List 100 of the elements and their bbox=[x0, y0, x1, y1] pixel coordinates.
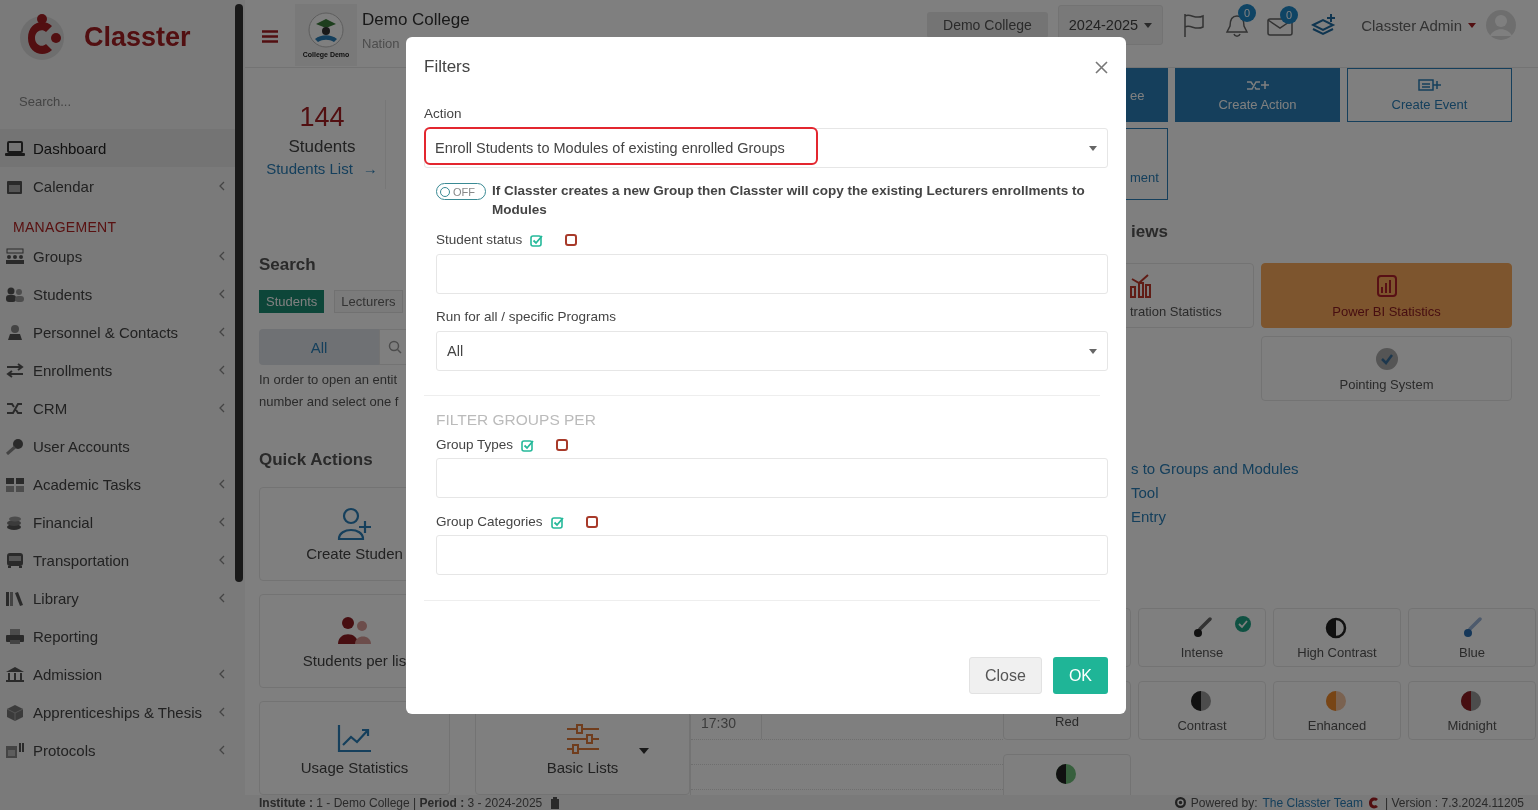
checked-box-icon[interactable] bbox=[521, 438, 535, 452]
caret-icon[interactable] bbox=[639, 748, 649, 754]
sidebar-item[interactable]: Admission bbox=[0, 655, 235, 693]
copy-icon[interactable] bbox=[550, 796, 561, 809]
scope-button[interactable]: All bbox=[259, 329, 379, 365]
sidebar-item[interactable]: Students bbox=[0, 275, 235, 313]
notification-badge: 0 bbox=[1238, 4, 1257, 22]
sidebar-label: Financial bbox=[33, 513, 95, 531]
theme-card[interactable]: Blue bbox=[1408, 608, 1536, 667]
chevron-left-icon[interactable] bbox=[219, 517, 225, 527]
chevron-left-icon[interactable] bbox=[219, 555, 225, 565]
view-card[interactable]: Power BI Statistics bbox=[1261, 263, 1512, 328]
action-button[interactable]: Create Action bbox=[1175, 68, 1340, 122]
students-list-link[interactable]: Students List bbox=[266, 160, 353, 177]
search-tab[interactable]: Students bbox=[259, 290, 325, 314]
sidebar-item[interactable]: Personnel & Contacts bbox=[0, 313, 235, 351]
theme-label: Midnight bbox=[1447, 718, 1497, 733]
theme-label: Enhanced bbox=[1307, 718, 1367, 733]
contrast-icon bbox=[1460, 690, 1484, 712]
view-card[interactable]: Pointing System bbox=[1261, 336, 1512, 401]
stat-value: 144 bbox=[299, 101, 345, 134]
quick-link[interactable]: Entry bbox=[1131, 505, 1166, 529]
sidebar-item[interactable]: User Accounts bbox=[0, 427, 235, 465]
sidebar-item[interactable]: Apprenticeships & Thesis bbox=[0, 693, 235, 731]
caret-icon bbox=[1089, 348, 1097, 354]
sidebar-label: User Accounts bbox=[33, 437, 131, 455]
group-icon bbox=[5, 247, 25, 265]
chevron-left-icon[interactable] bbox=[219, 669, 225, 679]
chevron-left-icon[interactable] bbox=[219, 327, 225, 337]
empty-box-icon[interactable] bbox=[565, 234, 578, 246]
contrast-icon bbox=[1325, 617, 1349, 639]
chevron-left-icon[interactable] bbox=[219, 707, 225, 717]
quick-action-card[interactable]: Usage Statistics bbox=[259, 701, 450, 795]
sidebar-item[interactable]: Calendar bbox=[0, 167, 235, 205]
sidebar-item[interactable]: Financial bbox=[0, 503, 235, 541]
quick-link[interactable]: s to Groups and Modules bbox=[1131, 457, 1299, 481]
user-menu[interactable]: Classter Admin bbox=[1361, 16, 1476, 34]
theme-card[interactable]: Midnight bbox=[1408, 681, 1536, 740]
layers-plus-icon[interactable] bbox=[1311, 13, 1338, 37]
menu-icon[interactable] bbox=[262, 30, 278, 43]
input-field[interactable] bbox=[436, 458, 1108, 498]
graduate-icon bbox=[306, 12, 346, 48]
sidebar-item[interactable]: Academic Tasks bbox=[0, 465, 235, 503]
logo-text: Classter bbox=[84, 22, 191, 53]
college-name: Demo College bbox=[362, 10, 470, 30]
sidebar-item[interactable]: Enrollments bbox=[0, 351, 235, 389]
laptop-icon bbox=[5, 139, 25, 157]
programs-select[interactable]: All bbox=[436, 331, 1108, 371]
chevron-left-icon[interactable] bbox=[219, 745, 225, 755]
ok-button[interactable]: OK bbox=[1052, 657, 1108, 694]
message-badge: 0 bbox=[1280, 6, 1299, 24]
arrow-icon[interactable]: → bbox=[362, 160, 378, 177]
chevron-left-icon[interactable] bbox=[219, 479, 225, 489]
field-label: Run for all / specific Programs bbox=[436, 308, 618, 326]
sidebar-item[interactable]: Library bbox=[0, 579, 235, 617]
chevron-left-icon[interactable] bbox=[219, 251, 225, 261]
chevron-left-icon[interactable] bbox=[219, 181, 225, 191]
search-tab[interactable]: Lecturers bbox=[334, 290, 403, 314]
toggle-switch[interactable]: OFF bbox=[436, 183, 486, 200]
sidebar-label: Calendar bbox=[33, 177, 95, 195]
theme-card[interactable]: Contrast bbox=[1138, 681, 1266, 740]
close-button[interactable] bbox=[1095, 60, 1108, 74]
action-button[interactable]: Create Event bbox=[1347, 68, 1512, 122]
contrast-icon bbox=[1055, 763, 1079, 785]
close-button[interactable]: Close bbox=[968, 657, 1042, 694]
chevron-left-icon[interactable] bbox=[219, 365, 225, 375]
action-select[interactable]: Enroll Students to Modules of existing enrolled Groups bbox=[424, 128, 1108, 168]
checked-box-icon[interactable] bbox=[530, 233, 544, 247]
sidebar-item[interactable]: Reporting bbox=[0, 617, 235, 655]
empty-box-icon[interactable] bbox=[585, 516, 598, 528]
caret-icon bbox=[1089, 145, 1097, 151]
field-label: Action bbox=[424, 105, 463, 123]
institute-button[interactable]: Demo College bbox=[927, 12, 1048, 38]
empty-box-icon[interactable] bbox=[556, 439, 569, 451]
sidebar-item[interactable]: Protocols bbox=[0, 731, 235, 769]
sidebar-item[interactable]: Transportation bbox=[0, 541, 235, 579]
team-link[interactable]: The Classter Team bbox=[1262, 795, 1363, 810]
checked-box-icon[interactable] bbox=[550, 515, 564, 529]
quick-link[interactable]: Tool bbox=[1131, 481, 1159, 505]
chart-icon bbox=[1130, 272, 1151, 298]
chevron-left-icon[interactable] bbox=[219, 403, 225, 413]
sidebar-item[interactable]: Dashboard bbox=[0, 129, 235, 167]
caret-icon bbox=[1144, 22, 1153, 28]
chevron-left-icon[interactable] bbox=[219, 289, 225, 299]
input-field[interactable] bbox=[436, 254, 1108, 294]
view-label: Power BI Statistics bbox=[1332, 303, 1441, 319]
calendar-plus-icon bbox=[1417, 78, 1442, 91]
theme-card[interactable]: High Contrast bbox=[1273, 608, 1401, 667]
theme-card[interactable]: Enhanced bbox=[1273, 681, 1401, 740]
input-field[interactable] bbox=[436, 535, 1108, 575]
printer-icon bbox=[5, 627, 25, 645]
sidebar-item[interactable]: CRM bbox=[0, 389, 235, 427]
chevron-left-icon[interactable] bbox=[219, 593, 225, 603]
scrollbar[interactable] bbox=[235, 4, 243, 582]
toggle-description: If Classter creates a new Group then Classter will copy the existing Lecturers enrollments to Modules bbox=[492, 182, 1086, 219]
section-heading: MANAGEMENT bbox=[12, 218, 118, 237]
sidebar-item[interactable]: Groups bbox=[0, 237, 235, 275]
theme-label: Blue bbox=[1459, 645, 1485, 660]
person-icon bbox=[5, 323, 25, 341]
theme-card[interactable]: Intense bbox=[1138, 608, 1266, 667]
